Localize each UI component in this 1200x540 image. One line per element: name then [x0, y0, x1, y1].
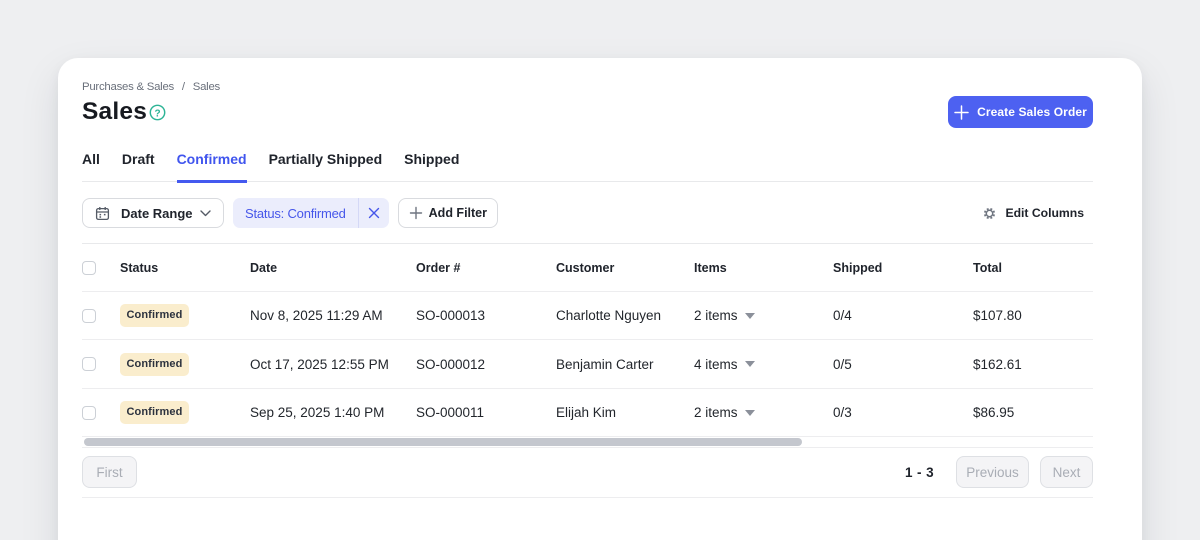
svg-text:?: ?: [154, 108, 160, 119]
